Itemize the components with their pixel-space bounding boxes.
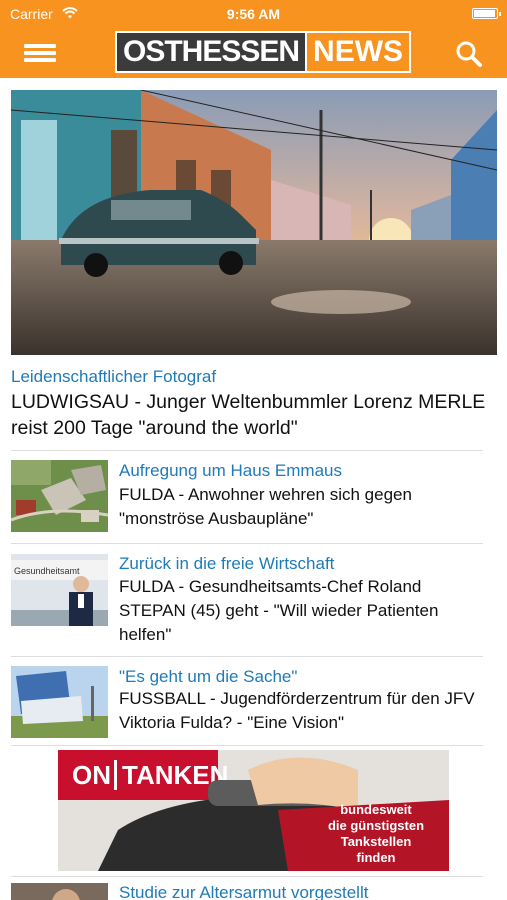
article-thumbnail[interactable]: [11, 460, 108, 532]
divider: [11, 450, 483, 451]
ad-slogan-line3: Tankstellen: [341, 834, 412, 849]
article-kicker[interactable]: Studie zur Altersarmut vorgestellt: [119, 882, 368, 900]
article-kicker[interactable]: "Es geht um die Sache": [119, 666, 297, 688]
article-headline[interactable]: FULDA - Anwohner wehren sich gegen "mons…: [119, 483, 489, 531]
divider: [11, 876, 483, 877]
app-header: OSTHESSEN NEWS: [0, 28, 507, 78]
divider: [11, 745, 483, 746]
ad-banner[interactable]: ON TANKEN bundesweit die günstigsten Tan…: [58, 750, 449, 871]
divider: [11, 543, 483, 544]
ad-slogan-line4: finden: [357, 850, 396, 865]
hero-image[interactable]: [11, 90, 497, 355]
ad-slogan-line1: bundesweit: [340, 802, 412, 817]
clock: 9:56 AM: [226, 6, 281, 22]
logo-osthessen: OSTHESSEN: [117, 33, 306, 71]
search-icon[interactable]: [455, 40, 483, 68]
article-headline[interactable]: FULDA - Gesundheitsamts-Chef Roland STEP…: [119, 575, 489, 647]
app-logo[interactable]: OSTHESSEN NEWS: [115, 31, 412, 73]
ad-slogan-line2: die günstigsten: [328, 818, 424, 833]
article-thumbnail[interactable]: Gesundheitsamt: [11, 554, 108, 626]
logo-news: NEWS: [305, 33, 410, 71]
ad-brand-on: ON: [72, 760, 111, 790]
article-thumbnail[interactable]: [11, 666, 108, 738]
news-feed[interactable]: Leidenschaftlicher Fotograf LUDWIGSAU - …: [0, 78, 507, 900]
article-kicker[interactable]: Zurück in die freie Wirtschaft: [119, 553, 334, 575]
battery-icon: [472, 8, 501, 19]
status-bar: Carrier 9:56 AM: [0, 0, 507, 28]
hero-kicker[interactable]: Leidenschaftlicher Fotograf: [11, 367, 216, 387]
article-thumbnail[interactable]: [11, 883, 108, 900]
hamburger-menu-icon[interactable]: [24, 42, 58, 64]
divider: [11, 656, 483, 657]
hero-headline[interactable]: LUDWIGSAU - Junger Weltenbummler Lorenz …: [11, 389, 491, 441]
article-headline[interactable]: FUSSBALL - Jugendförderzentrum für den J…: [119, 687, 489, 735]
article-kicker[interactable]: Aufregung um Haus Emmaus: [119, 460, 342, 482]
thumbnail-sign-text: Gesundheitsamt: [14, 566, 80, 576]
